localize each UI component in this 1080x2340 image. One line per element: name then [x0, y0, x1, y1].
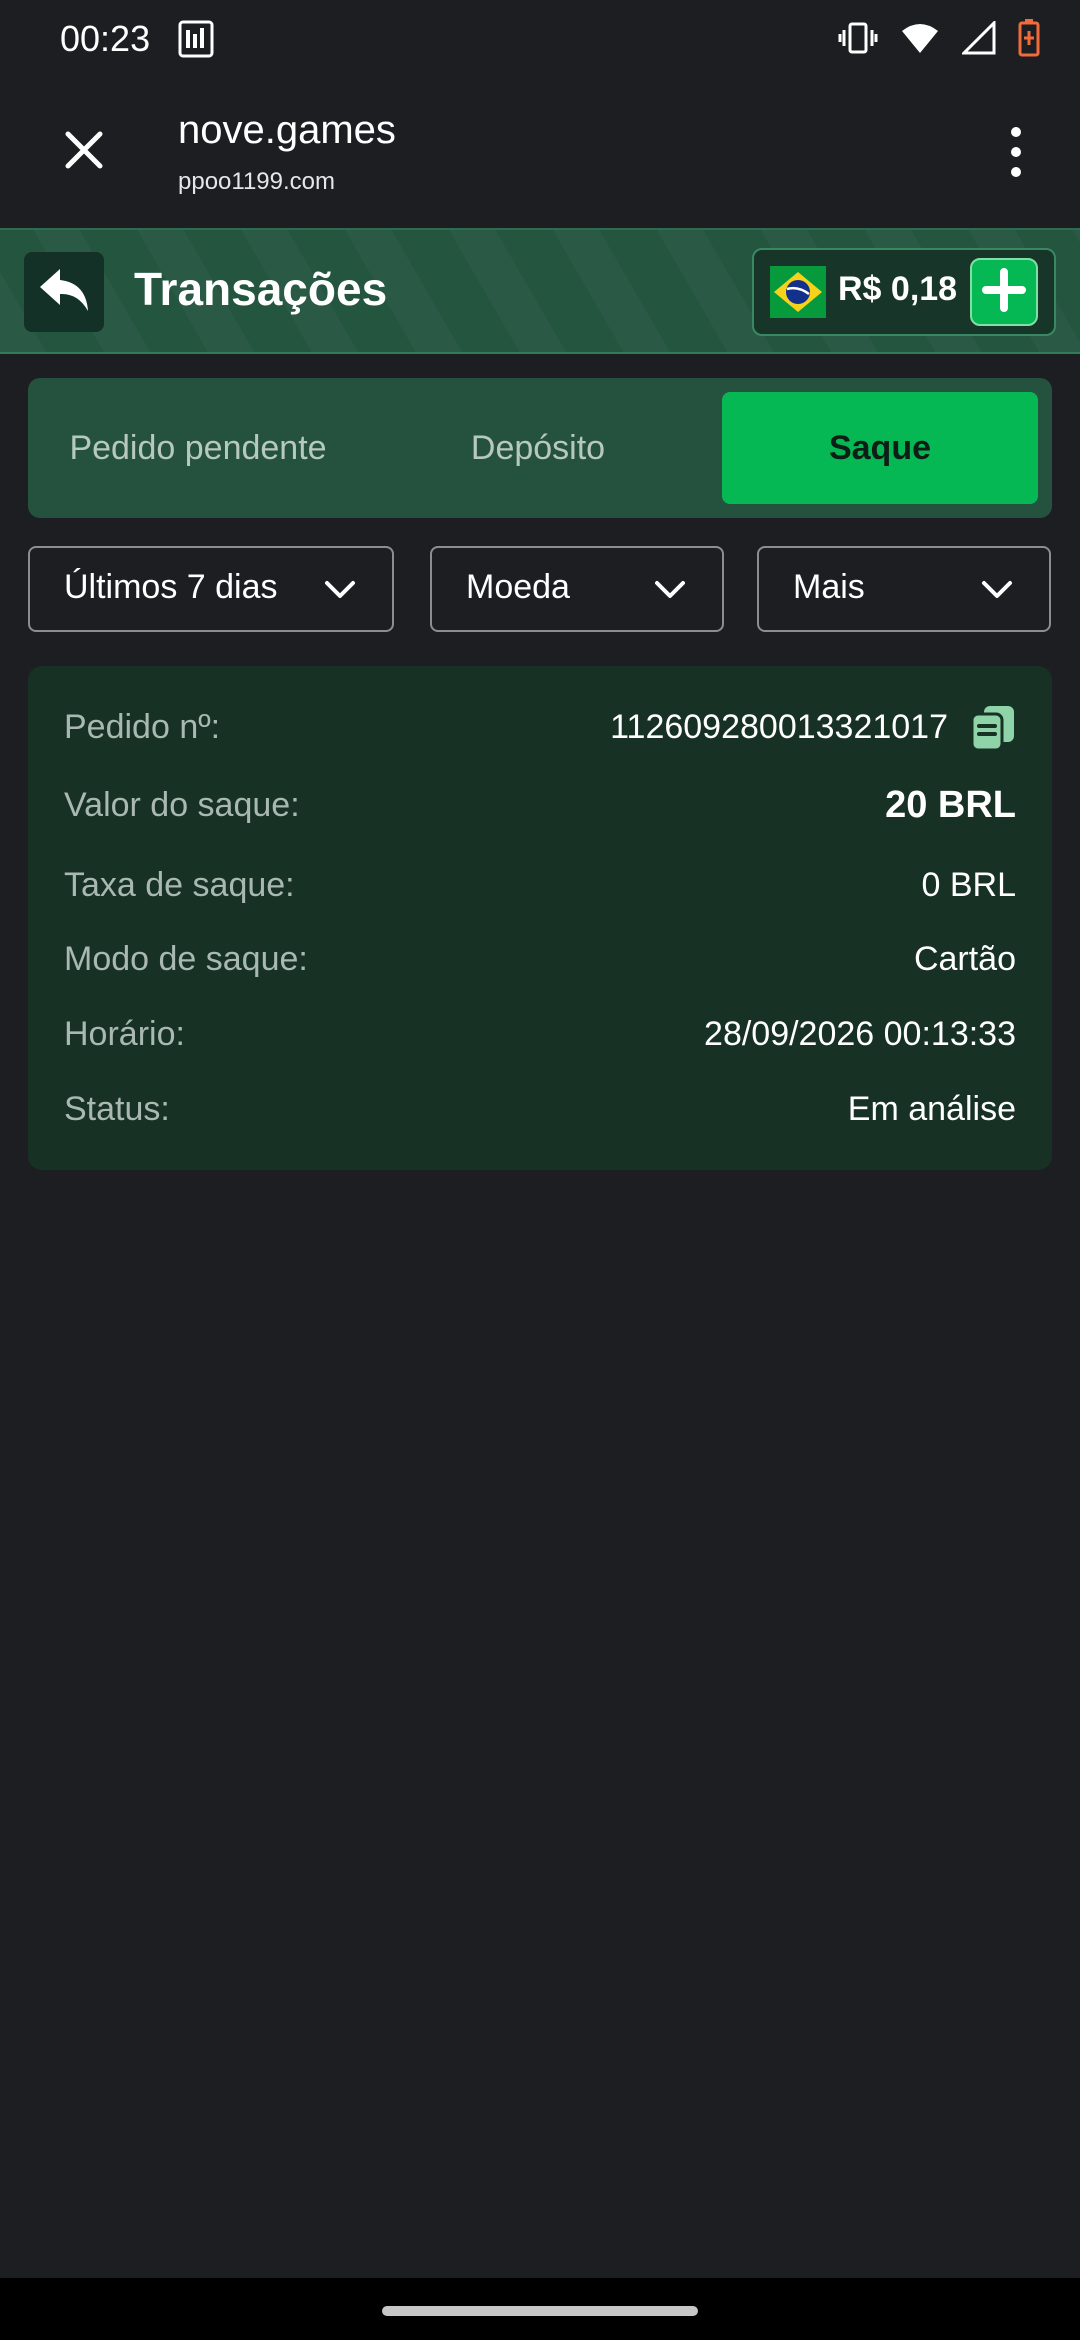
more-vert-icon[interactable]	[1008, 124, 1024, 180]
time-row: Horário: 28/09/2026 00:13:33	[64, 1009, 1016, 1059]
browser-bar: nove.games ppoo1199.com	[0, 80, 1080, 228]
transaction-card: Pedido nº: 112609280013321017 Valor do s…	[28, 666, 1052, 1170]
transaction-tabs: Pedido pendente Depósito Saque	[28, 378, 1052, 518]
chevron-down-icon	[654, 578, 686, 602]
back-arrow-icon	[38, 267, 90, 318]
withdraw-mode-row: Modo de saque: Cartão	[64, 934, 1016, 984]
page-title: Transações	[134, 263, 388, 315]
time-value: 28/09/2026 00:13:33	[704, 1015, 1016, 1053]
status-bar: 00:23	[0, 0, 1080, 80]
chevron-down-icon	[324, 578, 356, 602]
plus-icon	[982, 267, 1026, 317]
browser-url: ppoo1199.com	[178, 168, 336, 195]
back-button[interactable]	[24, 252, 104, 332]
currency-dropdown[interactable]: Moeda	[430, 546, 724, 632]
copy-icon[interactable]	[970, 704, 1016, 752]
battery-low-icon	[1018, 18, 1040, 62]
balance-amount: R$ 0,18	[838, 270, 958, 308]
withdraw-fee-row: Taxa de saque: 0 BRL	[64, 860, 1016, 910]
status-time: 00:23	[60, 18, 151, 59]
withdraw-amount-value: 20 BRL	[885, 784, 1016, 826]
more-filters-label: Mais	[793, 568, 865, 606]
withdraw-amount-label: Valor do saque:	[64, 786, 300, 824]
order-number-label: Pedido nº:	[64, 708, 221, 746]
withdraw-mode-value: Cartão	[913, 940, 1016, 978]
notification-image-icon	[178, 20, 214, 58]
tab-pending-order[interactable]: Pedido pendente	[28, 392, 368, 504]
more-filters-dropdown[interactable]: Mais	[757, 546, 1051, 632]
withdraw-fee-label: Taxa de saque:	[64, 866, 295, 904]
system-nav-bar	[0, 2278, 1080, 2340]
close-icon[interactable]	[60, 126, 108, 174]
tab-withdraw[interactable]: Saque	[722, 392, 1038, 504]
currency-label: Moeda	[466, 568, 570, 606]
deposit-add-button[interactable]	[970, 258, 1038, 326]
withdraw-fee-value: 0 BRL	[921, 866, 1017, 904]
chevron-down-icon	[981, 578, 1013, 602]
wifi-icon	[900, 21, 940, 60]
withdraw-mode-label: Modo de saque:	[64, 940, 308, 978]
browser-title: nove.games	[178, 108, 396, 152]
order-number-value: 112609280013321017	[610, 708, 948, 746]
home-gesture-handle[interactable]	[382, 2306, 698, 2316]
brazil-flag-icon	[770, 264, 826, 320]
vibrate-icon	[838, 20, 878, 61]
time-label: Horário:	[64, 1015, 185, 1053]
status-label: Status:	[64, 1090, 170, 1128]
date-range-label: Últimos 7 dias	[64, 568, 278, 606]
page-header: Transações R$ 0,18	[0, 228, 1080, 354]
signal-icon	[960, 18, 996, 60]
date-range-dropdown[interactable]: Últimos 7 dias	[28, 546, 394, 632]
status-value: Em análise	[847, 1090, 1016, 1128]
balance-box: R$ 0,18	[752, 248, 1056, 336]
withdraw-amount-row: Valor do saque: 20 BRL	[64, 780, 1016, 830]
order-number-row: Pedido nº: 112609280013321017	[64, 702, 1016, 752]
tab-deposit[interactable]: Depósito	[368, 392, 708, 504]
status-row: Status: Em análise	[64, 1084, 1016, 1134]
